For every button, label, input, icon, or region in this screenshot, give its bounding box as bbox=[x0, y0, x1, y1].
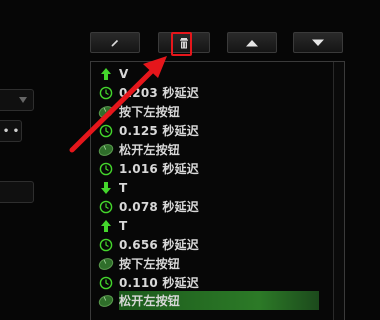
green-up-arrow-icon bbox=[97, 64, 115, 83]
mouse-icon bbox=[97, 254, 115, 273]
macro-event-row[interactable]: 0.203 秒延迟 bbox=[97, 83, 199, 102]
macro-event-row[interactable]: 1.016 秒延迟 bbox=[97, 159, 199, 178]
macro-event-text: 松开左按钮 bbox=[119, 143, 181, 157]
macro-event-text: 0.656 秒延迟 bbox=[119, 238, 199, 252]
mouse-icon bbox=[97, 140, 115, 159]
clock-icon bbox=[97, 83, 115, 102]
left-input-field[interactable] bbox=[0, 181, 34, 203]
chevron-down-icon bbox=[19, 97, 27, 103]
move-down-button[interactable] bbox=[293, 32, 343, 53]
left-more-button[interactable]: • • bbox=[0, 120, 22, 142]
macro-event-row[interactable]: T bbox=[97, 178, 127, 197]
triangle-up-icon bbox=[246, 39, 258, 46]
macro-event-row[interactable]: 0.125 秒延迟 bbox=[97, 121, 199, 140]
macro-event-text: V bbox=[119, 66, 129, 81]
macro-event-text: T bbox=[119, 218, 128, 233]
clock-icon bbox=[97, 197, 115, 216]
edit-button[interactable] bbox=[90, 32, 140, 53]
clock-icon bbox=[97, 273, 115, 292]
macro-event-text: 按下左按钮 bbox=[119, 105, 181, 119]
macro-event-row-selected[interactable]: 松开左按钮 bbox=[97, 291, 320, 310]
left-dropdown[interactable] bbox=[0, 89, 34, 111]
macro-event-row[interactable]: 按下左按钮 bbox=[97, 254, 180, 273]
macro-event-row[interactable]: 松开左按钮 bbox=[97, 140, 180, 159]
macro-event-text: 松开左按钮 bbox=[119, 294, 181, 308]
macro-event-row[interactable]: 按下左按钮 bbox=[97, 102, 180, 121]
clock-icon bbox=[97, 121, 115, 140]
macro-event-row[interactable]: 0.656 秒延迟 bbox=[97, 235, 199, 254]
mouse-icon bbox=[97, 102, 115, 121]
macro-event-row[interactable]: V bbox=[97, 64, 129, 83]
more-dots-label: • • bbox=[2, 125, 20, 137]
macro-event-row[interactable]: T bbox=[97, 216, 127, 235]
green-up-arrow-icon bbox=[97, 216, 115, 235]
macro-event-text: 1.016 秒延迟 bbox=[119, 162, 199, 176]
triangle-down-icon bbox=[312, 39, 324, 46]
macro-event-text: 0.110 秒延迟 bbox=[119, 276, 199, 290]
delete-highlight-box bbox=[171, 32, 192, 56]
green-down-arrow-icon bbox=[97, 178, 115, 197]
macro-event-text: T bbox=[119, 180, 128, 195]
macro-event-text: 0.125 秒延迟 bbox=[119, 124, 199, 138]
macro-event-text: 0.078 秒延迟 bbox=[119, 200, 199, 214]
mouse-icon bbox=[97, 291, 115, 310]
macro-event-text: 按下左按钮 bbox=[119, 257, 181, 271]
pencil-icon bbox=[111, 39, 119, 47]
clock-icon bbox=[97, 235, 115, 254]
move-up-button[interactable] bbox=[227, 32, 277, 53]
macro-event-text: 0.203 秒延迟 bbox=[119, 86, 199, 100]
clock-icon bbox=[97, 159, 115, 178]
macro-event-row[interactable]: 0.110 秒延迟 bbox=[97, 273, 199, 292]
macro-editor: • • V 0.203 秒延迟 按下左按钮 0.125 秒延迟 松开左按钮 1.… bbox=[0, 0, 380, 320]
list-scrollbar[interactable] bbox=[333, 62, 344, 320]
macro-event-row[interactable]: 0.078 秒延迟 bbox=[97, 197, 199, 216]
